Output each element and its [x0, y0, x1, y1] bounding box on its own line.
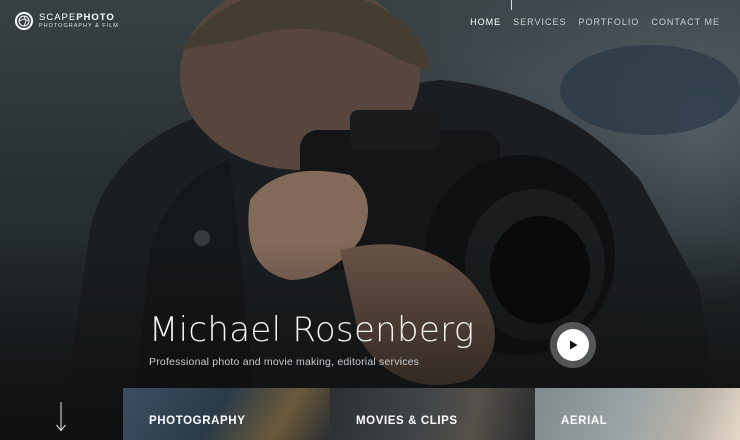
hero-subtitle: Professional photo and movie making, edi…	[149, 356, 420, 368]
tile-aerial[interactable]: AERIAL	[535, 388, 740, 440]
hero-background	[0, 0, 740, 440]
brand-name: SCAPE PHOTO	[39, 11, 119, 23]
hero-title: Michael Rosenberg	[149, 310, 475, 350]
main-nav: HOME SERVICES PORTFOLIO CONTACT ME	[470, 17, 720, 27]
tile-label: MOVIES & CLIPS	[356, 415, 458, 427]
header-divider	[511, 0, 512, 10]
brand-name-bold: PHOTO	[76, 11, 115, 23]
tile-photography[interactable]: PHOTOGRAPHY	[123, 388, 330, 440]
play-button-inner	[557, 329, 589, 361]
service-tiles: PHOTOGRAPHY MOVIES & CLIPS AERIAL	[123, 388, 740, 440]
arrow-down-icon	[56, 402, 66, 432]
tile-label: PHOTOGRAPHY	[149, 415, 246, 427]
play-button[interactable]	[550, 322, 596, 368]
tile-movies-clips[interactable]: MOVIES & CLIPS	[330, 388, 535, 440]
tile-label: AERIAL	[561, 415, 608, 427]
nav-home[interactable]: HOME	[470, 17, 501, 27]
nav-contact[interactable]: CONTACT ME	[651, 17, 720, 27]
logo[interactable]: SCAPE PHOTO PHOTOGRAPHY & FILM	[15, 12, 119, 30]
play-icon	[570, 340, 578, 350]
scroll-down-button[interactable]	[55, 402, 67, 437]
nav-services[interactable]: SERVICES	[513, 17, 566, 27]
hero-overlay	[0, 0, 740, 440]
brand-name-thin: SCAPE	[39, 11, 77, 23]
brand-tagline: PHOTOGRAPHY & FILM	[39, 23, 119, 29]
aperture-icon	[15, 12, 33, 30]
nav-portfolio[interactable]: PORTFOLIO	[578, 17, 639, 27]
